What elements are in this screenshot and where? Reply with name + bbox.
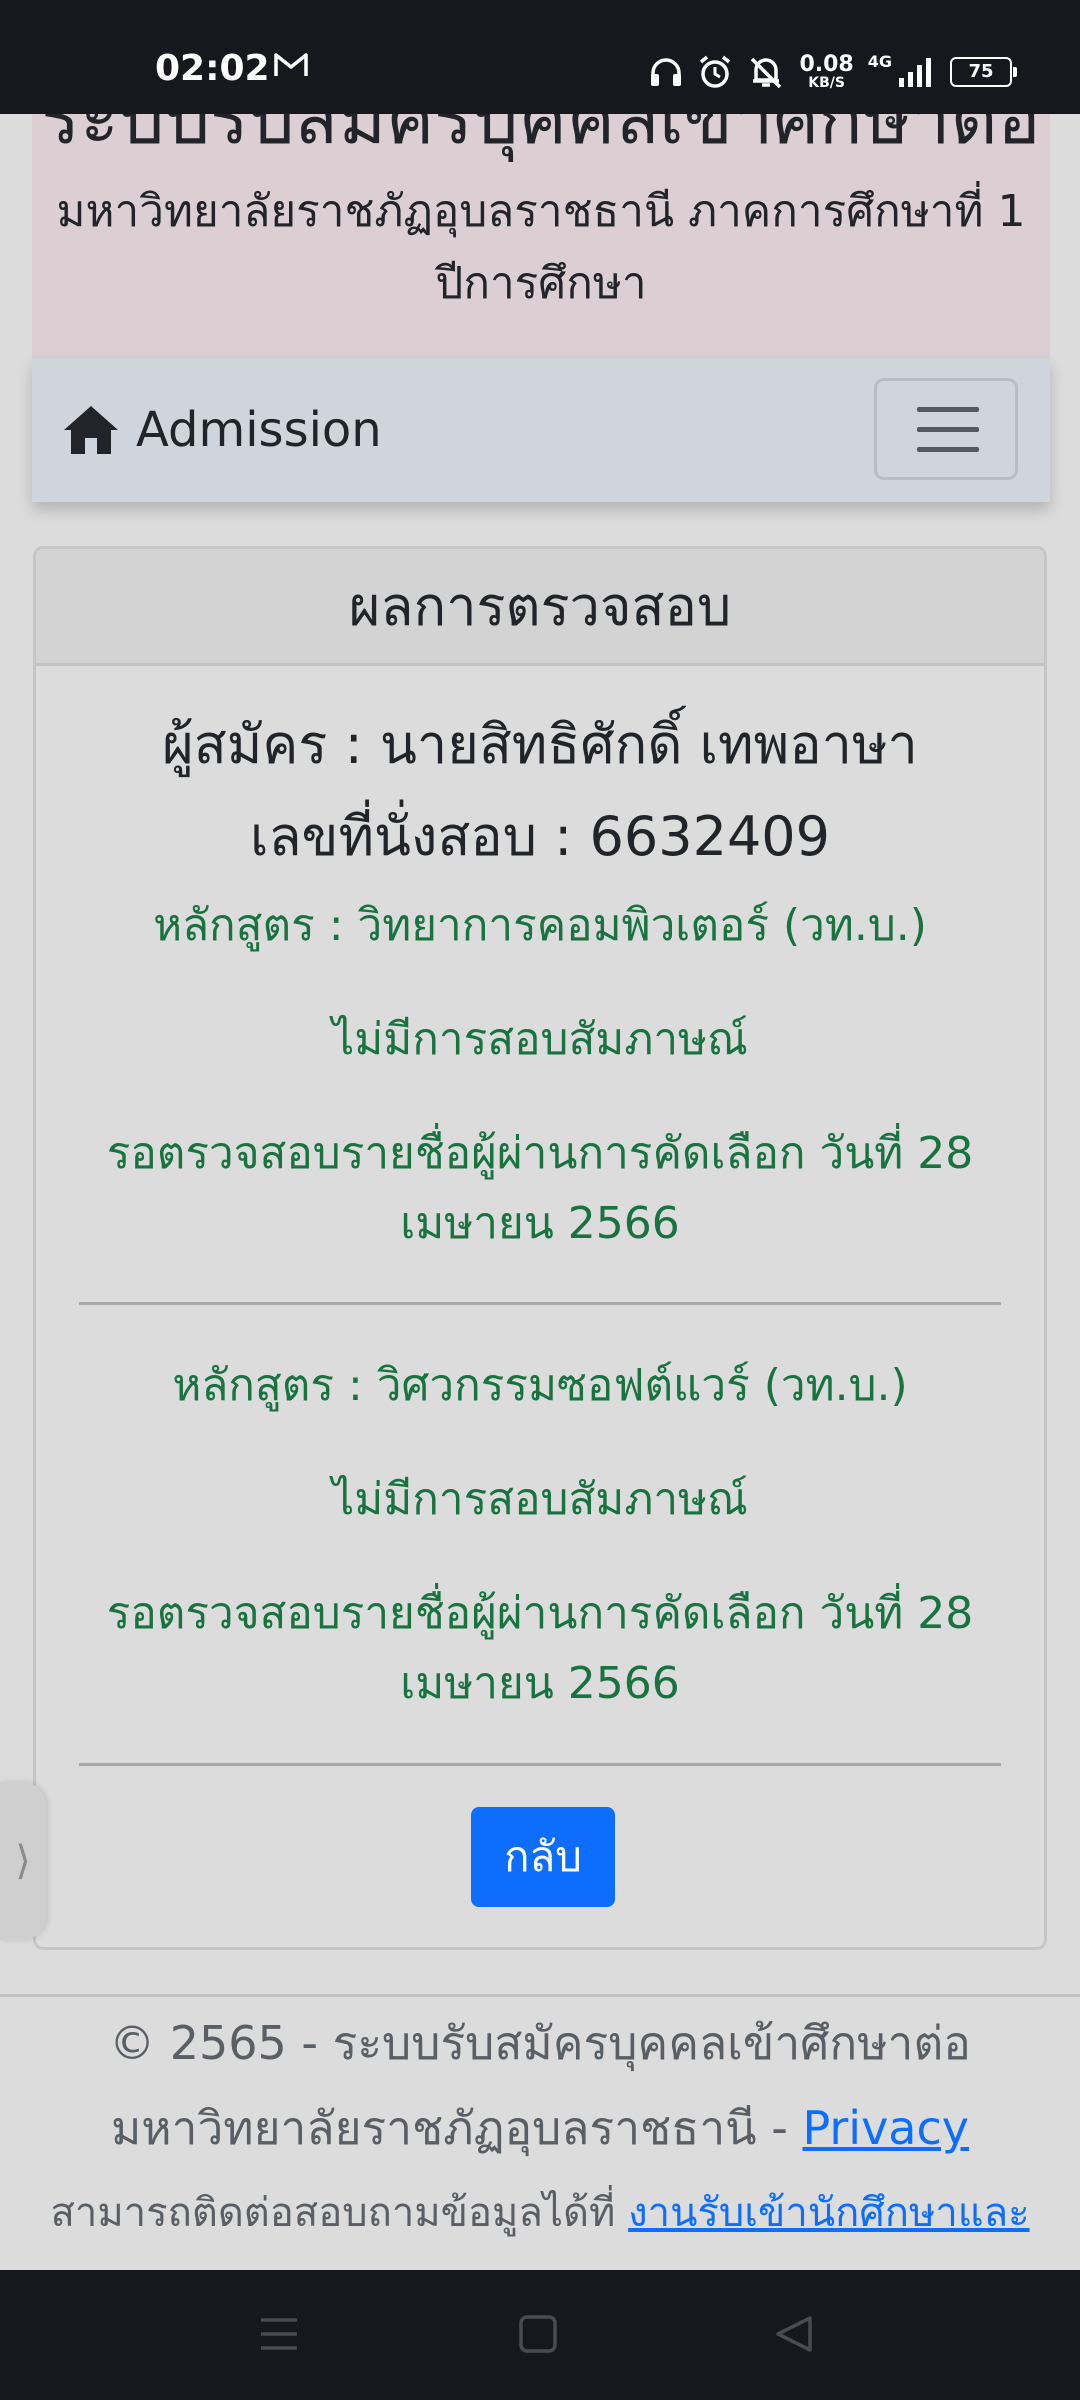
headphones-icon — [651, 58, 682, 86]
footer-university-line: มหาวิทยาลัยราชภัฏอุบลราชธานี - Privacy — [110, 2101, 970, 2155]
alarm-icon — [700, 55, 731, 88]
applicant-name: ผู้สมัคร : นายสิทธิศักดิ์ เทพอาษา — [162, 713, 918, 776]
program-course: หลักสูตร : วิทยาการคอมพิวเตอร์ (วท.บ.) — [153, 900, 927, 951]
privacy-link[interactable]: Privacy — [802, 2101, 969, 2155]
back-triangle-icon[interactable] — [774, 2314, 814, 2354]
status-bar: 02:02 0.08 KB/S 4G 75 — [0, 0, 1080, 114]
navbar-brand[interactable]: Admission — [62, 402, 382, 458]
site-header: ระบบรับสมัครบุคคลเข้าศึกษาต่อ มหาวิทยาลั… — [32, 114, 1050, 358]
gmail-icon — [274, 53, 308, 76]
edge-panel-handle[interactable]: ⟩ — [0, 1782, 46, 1940]
footer-copyright: © 2565 - ระบบรับสมัครบุคคลเข้าศึกษาต่อ — [109, 2016, 971, 2070]
network-type: 4G — [867, 52, 892, 71]
site-subtitle: มหาวิทยาลัยราชภัฏอุบลราชธานี ภาคการศึกษา… — [56, 186, 1026, 309]
silent-bell-icon — [751, 57, 782, 89]
program-interview: ไม่มีการสอบสัมภาษณ์ — [332, 1474, 748, 1525]
navbar: Admission — [32, 358, 1050, 502]
site-title: ระบบรับสมัครบุคคลเข้าศึกษาต่อ — [41, 114, 1041, 160]
navbar-toggler-button[interactable] — [874, 378, 1018, 480]
home-icon — [64, 406, 118, 454]
divider — [79, 1763, 1001, 1766]
program-interview: ไม่มีการสอบสัมภาษณ์ — [332, 1014, 748, 1065]
contact-link[interactable]: งานรับเข้านักศึกษาและ — [628, 2190, 1029, 2236]
status-icons: 0.08 KB/S 4G 75 — [649, 50, 1017, 94]
result-card: ผลการตรวจสอบ ผู้สมัคร : นายสิทธิศักดิ์ เ… — [33, 546, 1047, 1950]
battery-icon: 75 — [950, 57, 1017, 87]
footer: © 2565 - ระบบรับสมัครบุคคลเข้าศึกษาต่อ ม… — [0, 2000, 1080, 2256]
signal-icon — [899, 58, 931, 87]
recent-apps-icon[interactable] — [258, 2314, 300, 2354]
program-item: หลักสูตร : วิศวกรรมซอฟต์แวร์ (วท.บ.) ไม่… — [76, 1351, 1004, 1719]
applicant-info: ผู้สมัคร : นายสิทธิศักดิ์ เทพอาษา เลขที่… — [36, 699, 1044, 883]
program-status: รอตรวจสอบรายชื่อผู้ผ่านการคัดเลือก วันที… — [106, 1588, 974, 1709]
footer-divider — [0, 1994, 1080, 1997]
chevron-right-icon: ⟩ — [15, 1838, 31, 1884]
program-status: รอตรวจสอบรายชื่อผู้ผ่านการคัดเลือก วันที… — [106, 1128, 974, 1249]
back-button[interactable]: กลับ — [471, 1807, 615, 1907]
home-button-icon[interactable] — [518, 2314, 558, 2354]
seat-number: เลขที่นั่งสอบ : 6632409 — [249, 805, 831, 868]
brand-label: Admission — [136, 402, 382, 458]
program-item: หลักสูตร : วิทยาการคอมพิวเตอร์ (วท.บ.) ไ… — [76, 891, 1004, 1259]
divider — [79, 1302, 1001, 1305]
status-time: 02:02 — [155, 48, 270, 89]
card-header: ผลการตรวจสอบ — [36, 549, 1044, 666]
program-course: หลักสูตร : วิศวกรรมซอฟต์แวร์ (วท.บ.) — [172, 1360, 908, 1411]
footer-contact-line: สามารถติดต่อสอบถามข้อมูลได้ที่ งานรับเข้… — [50, 2190, 1030, 2236]
system-navigation-bar — [0, 2270, 1080, 2400]
network-speed: 0.08 KB/S — [799, 52, 854, 91]
